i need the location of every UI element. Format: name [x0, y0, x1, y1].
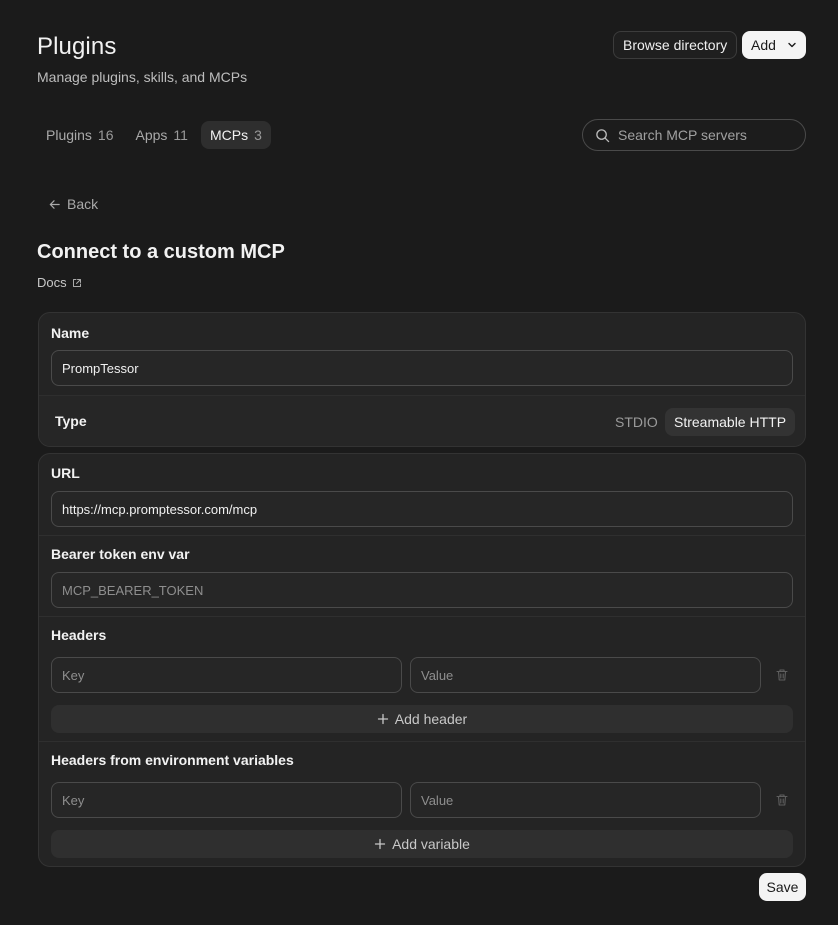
tab-plugins[interactable]: Plugins 16 [37, 121, 123, 149]
add-variable-button[interactable]: Add variable [51, 830, 793, 858]
docs-label: Docs [37, 275, 67, 290]
search-input[interactable] [618, 127, 798, 143]
env-header-value-input[interactable]: Value [410, 782, 761, 818]
divider [39, 741, 805, 742]
plugins-page: Plugins Manage plugins, skills, and MCPs… [0, 0, 838, 925]
divider [39, 616, 805, 617]
tab-label: MCPs [209, 127, 249, 143]
tab-bar: Plugins 16 Apps 11 MCPs 3 [37, 121, 271, 149]
url-input[interactable]: https://mcp.promptessor.com/mcp [51, 491, 793, 527]
arrow-left-icon [49, 199, 60, 209]
type-option-stdio[interactable]: STDIO [615, 408, 658, 436]
docs-link[interactable]: Docs [37, 275, 82, 290]
chevron-down-icon [788, 42, 796, 48]
back-link[interactable]: Back [48, 196, 98, 212]
type-label: Type [55, 413, 87, 429]
search-box[interactable] [582, 119, 806, 151]
save-button[interactable]: Save [759, 873, 806, 901]
browse-directory-button[interactable]: Browse directory [613, 31, 738, 59]
back-label: Back [67, 196, 99, 212]
header-key-input[interactable]: Key [51, 657, 402, 693]
type-row: Type STDIO Streamable HTTP [39, 395, 805, 446]
add-dropdown-button[interactable]: Add [742, 31, 806, 59]
headers-label: Headers [51, 627, 107, 643]
type-option-streamable-http[interactable]: Streamable HTTP [665, 408, 796, 436]
form-heading: Connect to a custom MCP [37, 241, 285, 263]
name-type-card: Name PrompTessor Type STDIO Streamable H… [38, 312, 806, 447]
name-label: Name [51, 325, 90, 341]
env-headers-label: Headers from environment variables [51, 752, 294, 768]
tab-label: Apps [135, 127, 168, 143]
env-header-key-input[interactable]: Key [51, 782, 402, 818]
page-subtitle: Manage plugins, skills, and MCPs [37, 69, 248, 85]
tab-mcps[interactable]: MCPs 3 [200, 121, 271, 149]
bearer-token-label: Bearer token env var [51, 546, 190, 562]
divider [39, 535, 805, 536]
plus-icon [374, 838, 386, 850]
add-header-button[interactable]: Add header [51, 705, 793, 733]
tab-count: 16 [97, 127, 114, 143]
header-value-input[interactable]: Value [410, 657, 761, 693]
external-link-icon [72, 278, 81, 287]
tab-count: 3 [254, 127, 262, 143]
name-input[interactable]: PrompTessor [51, 350, 793, 386]
trash-icon[interactable] [775, 668, 789, 682]
add-button-label: Add [751, 37, 776, 53]
search-icon [596, 128, 610, 142]
tab-count: 11 [173, 127, 188, 143]
page-title: Plugins [37, 33, 117, 60]
tab-label: Plugins [46, 127, 92, 143]
add-variable-label: Add variable [392, 836, 470, 852]
url-label: URL [51, 465, 80, 481]
connection-card: URL https://mcp.promptessor.com/mcp Bear… [38, 453, 806, 867]
plus-icon [377, 713, 388, 725]
add-header-label: Add header [394, 711, 468, 727]
tab-apps[interactable]: Apps 11 [127, 121, 197, 149]
trash-icon[interactable] [775, 793, 789, 807]
bearer-token-input[interactable]: MCP_BEARER_TOKEN [51, 572, 793, 608]
